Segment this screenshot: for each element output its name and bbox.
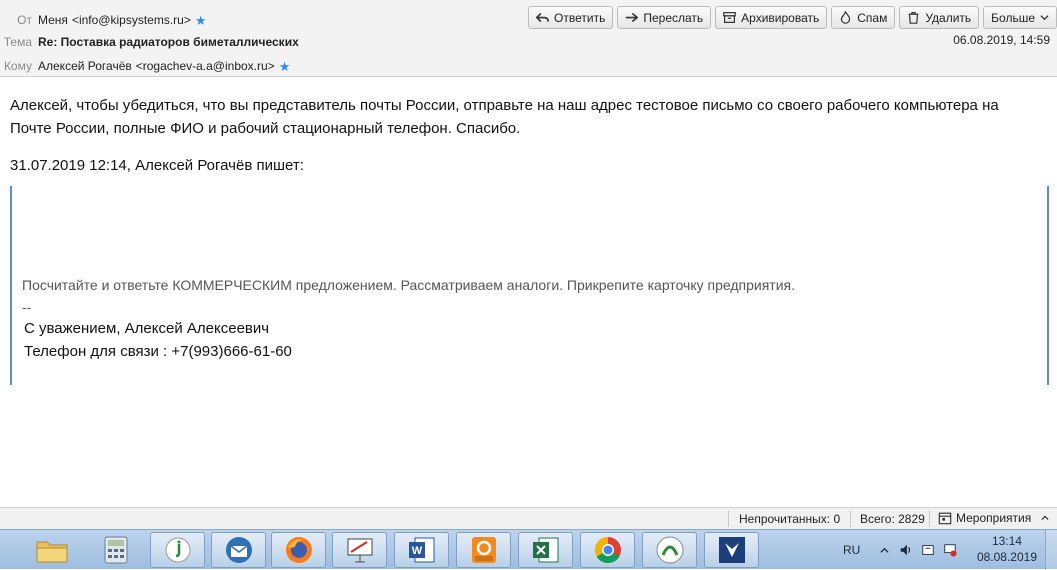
quoted-text: Посчитайте и ответьте КОММЕРЧЕСКИМ предл… bbox=[22, 277, 795, 293]
unread-count: Непрочитанных: 0 bbox=[739, 512, 841, 526]
spam-label: Спам bbox=[857, 10, 888, 25]
to-row: Кому Алексей Рогачёв <rogachev-a.a@inbox… bbox=[0, 55, 290, 77]
star-icon[interactable]: ★ bbox=[279, 60, 291, 73]
show-desktop-button[interactable] bbox=[1045, 530, 1057, 570]
quote-attribution: 31.07.2019 12:14, Алексей Рогачёв пишет: bbox=[10, 157, 304, 174]
reply-label: Ответить bbox=[554, 10, 606, 25]
signature-line: С уважением, Алексей Алексеевич bbox=[24, 320, 270, 337]
taskbar: W RU 13:14 08.08.2019 bbox=[0, 529, 1057, 570]
calendar-icon bbox=[938, 512, 952, 525]
flame-icon bbox=[841, 11, 851, 24]
to-label: Кому bbox=[3, 59, 32, 73]
chevron-up-icon bbox=[1041, 515, 1049, 521]
svg-text:W: W bbox=[411, 545, 422, 557]
status-bar: Непрочитанных: 0 Всего: 2829 Мероприятия bbox=[0, 507, 1057, 529]
star-icon[interactable]: ★ bbox=[195, 14, 207, 27]
status-divider bbox=[728, 511, 729, 527]
from-label: От bbox=[17, 13, 32, 27]
status-divider bbox=[929, 511, 930, 527]
flag-icon[interactable] bbox=[921, 543, 935, 557]
system-tray: RU bbox=[843, 530, 957, 570]
archive-label: Архивировать bbox=[741, 10, 820, 25]
message-header: От Меня <info@kipsystems.ru> ★ Тема Re: … bbox=[0, 0, 1057, 77]
more-button[interactable]: Больше bbox=[983, 6, 1057, 29]
from-row: От Меня <info@kipsystems.ru> ★ bbox=[0, 9, 207, 31]
chrome-icon[interactable] bbox=[580, 532, 635, 568]
from-name: Меня bbox=[38, 13, 68, 27]
firefox-icon[interactable] bbox=[271, 532, 326, 568]
reply-icon bbox=[536, 12, 550, 23]
message-body: Алексей, чтобы убедиться, что вы предста… bbox=[10, 97, 999, 137]
thunderbird-icon[interactable] bbox=[211, 532, 266, 568]
volume-icon[interactable] bbox=[899, 543, 913, 557]
total-count: Всего: 2829 bbox=[860, 512, 925, 526]
subject-label: Тема bbox=[3, 35, 32, 49]
presentation-icon[interactable] bbox=[332, 532, 387, 568]
forward-label: Переслать bbox=[643, 10, 704, 25]
archive-icon bbox=[723, 12, 736, 23]
to-value[interactable]: Алексей Рогачёв <rogachev-a.a@inbox.ru> … bbox=[38, 59, 290, 73]
status-divider bbox=[850, 511, 851, 527]
file-explorer-icon[interactable] bbox=[24, 532, 79, 568]
subject-value: Re: Поставка радиаторов биметаллических bbox=[38, 35, 299, 49]
forward-icon bbox=[626, 12, 639, 23]
spam-button[interactable]: Спам bbox=[831, 6, 896, 29]
word-icon[interactable]: W bbox=[394, 532, 449, 568]
chevron-down-icon bbox=[1040, 15, 1049, 21]
app-j-icon[interactable] bbox=[150, 532, 205, 568]
message-toolbar: Ответить Переслать Архивировать Спам Уда… bbox=[528, 6, 1057, 29]
subject-row: Тема Re: Поставка радиаторов биметалличе… bbox=[0, 31, 299, 53]
from-value[interactable]: Меня <info@kipsystems.ru> ★ bbox=[38, 13, 207, 27]
more-label: Больше bbox=[991, 10, 1035, 25]
quoted-message: Посчитайте и ответьте КОММЕРЧЕСКИМ предл… bbox=[10, 186, 1049, 385]
reply-button[interactable]: Ответить bbox=[528, 6, 614, 29]
events-label: Мероприятия bbox=[956, 511, 1032, 525]
network-icon[interactable] bbox=[943, 543, 957, 557]
signature-phone: Телефон для связи : +7(993)666-61-60 bbox=[24, 343, 292, 360]
network-app-icon[interactable] bbox=[704, 532, 759, 568]
archive-button[interactable]: Архивировать bbox=[715, 6, 828, 29]
tray-expand-icon[interactable] bbox=[880, 546, 889, 555]
signature-separator: -- bbox=[22, 299, 32, 315]
green-app-icon[interactable] bbox=[642, 532, 697, 568]
clock-time: 13:14 bbox=[991, 534, 1022, 548]
trash-icon bbox=[908, 12, 919, 24]
taskbar-clock[interactable]: 13:14 08.08.2019 bbox=[977, 533, 1037, 565]
delete-label: Удалить bbox=[925, 10, 972, 25]
clock-date: 08.08.2019 bbox=[976, 550, 1037, 564]
delete-button[interactable]: Удалить bbox=[899, 6, 980, 29]
from-email: <info@kipsystems.ru> bbox=[71, 13, 191, 27]
message-date: 06.08.2019, 14:59 bbox=[953, 33, 1050, 47]
to-name: Алексей Рогачёв bbox=[38, 59, 132, 73]
language-indicator[interactable]: RU bbox=[843, 543, 860, 557]
foxit-pdf-icon[interactable] bbox=[456, 532, 511, 568]
calculator-icon[interactable] bbox=[88, 532, 143, 568]
events-button[interactable]: Мероприятия bbox=[938, 511, 1049, 525]
forward-button[interactable]: Переслать bbox=[617, 6, 712, 29]
to-email: <rogachev-a.a@inbox.ru> bbox=[135, 59, 275, 73]
excel-icon[interactable] bbox=[518, 532, 573, 568]
